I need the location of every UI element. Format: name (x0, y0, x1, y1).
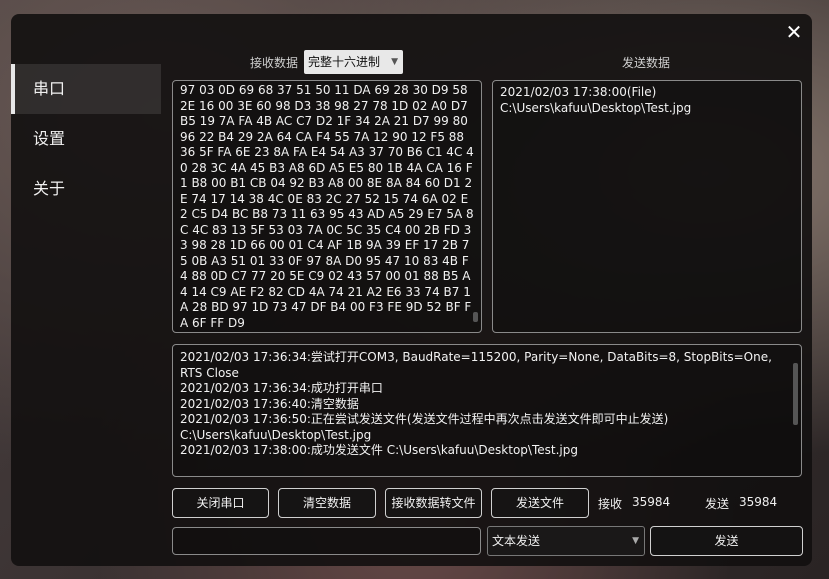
log-box[interactable]: 2021/02/03 17:36:34:尝试打开COM3, BaudRate=1… (172, 344, 802, 477)
log-line: 2021/02/03 17:36:34:尝试打开COM3, BaudRate=1… (180, 350, 776, 380)
send-label: 发送数据 (622, 56, 671, 70)
send-data-line: 2021/02/03 17:38:00(File) (500, 85, 657, 99)
send-button[interactable]: 发送 (650, 526, 803, 556)
receive-data-box[interactable]: 97 03 0D 69 68 37 51 50 11 DA 69 28 30 D… (172, 80, 482, 333)
send-count-value: 35984 (739, 495, 778, 509)
log-scrollbar[interactable] (793, 363, 798, 425)
log-line: 2021/02/03 17:36:34:成功打开串口 (180, 381, 383, 395)
receive-count-label: 接收 (598, 497, 623, 511)
log-line: 2021/02/03 17:36:50:正在尝试发送文件(发送文件过程中再次点击… (180, 412, 673, 442)
receive-data-text: 97 03 0D 69 68 37 51 50 11 DA 69 28 30 D… (180, 83, 474, 330)
send-file-button[interactable]: 发送文件 (491, 488, 589, 518)
sidebar: 串口 设置 关于 (11, 64, 161, 214)
receive-mode-select[interactable]: 完整十六进制 ▼ (304, 50, 403, 74)
close-icon[interactable]: ✕ (782, 20, 806, 44)
send-mode-value: 文本发送 (492, 534, 541, 548)
receive-scrollbar[interactable] (473, 312, 478, 322)
send-count-label: 发送 (705, 497, 730, 511)
send-data-box[interactable]: 2021/02/03 17:38:00(File) C:\Users\kafuu… (492, 80, 802, 333)
log-line: 2021/02/03 17:36:40:清空数据 (180, 396, 359, 411)
clear-data-button[interactable]: 清空数据 (278, 488, 376, 518)
send-text-input[interactable] (172, 527, 481, 555)
log-line: 2021/02/03 17:38:00:成功发送文件 C:\Users\kafu… (180, 443, 578, 457)
receive-label: 接收数据 (250, 56, 299, 70)
sidebar-item-serial[interactable]: 串口 (11, 64, 161, 114)
send-mode-select[interactable]: 文本发送 ▼ (487, 526, 645, 556)
chevron-down-icon: ▼ (632, 536, 639, 546)
receive-count-value: 35984 (632, 495, 671, 509)
send-data-line: C:\Users\kafuu\Desktop\Test.jpg (500, 100, 692, 115)
receive-to-file-button[interactable]: 接收数据转文件 (385, 488, 482, 518)
close-port-button[interactable]: 关闭串口 (172, 488, 269, 518)
receive-mode-value: 完整十六进制 (308, 55, 381, 69)
sidebar-item-settings[interactable]: 设置 (11, 114, 161, 164)
main-window: ✕ 串口 设置 关于 接收数据 完整十六进制 ▼ 发送数据 97 03 0D 6… (11, 14, 812, 566)
chevron-down-icon: ▼ (391, 57, 398, 67)
sidebar-item-about[interactable]: 关于 (11, 164, 161, 214)
